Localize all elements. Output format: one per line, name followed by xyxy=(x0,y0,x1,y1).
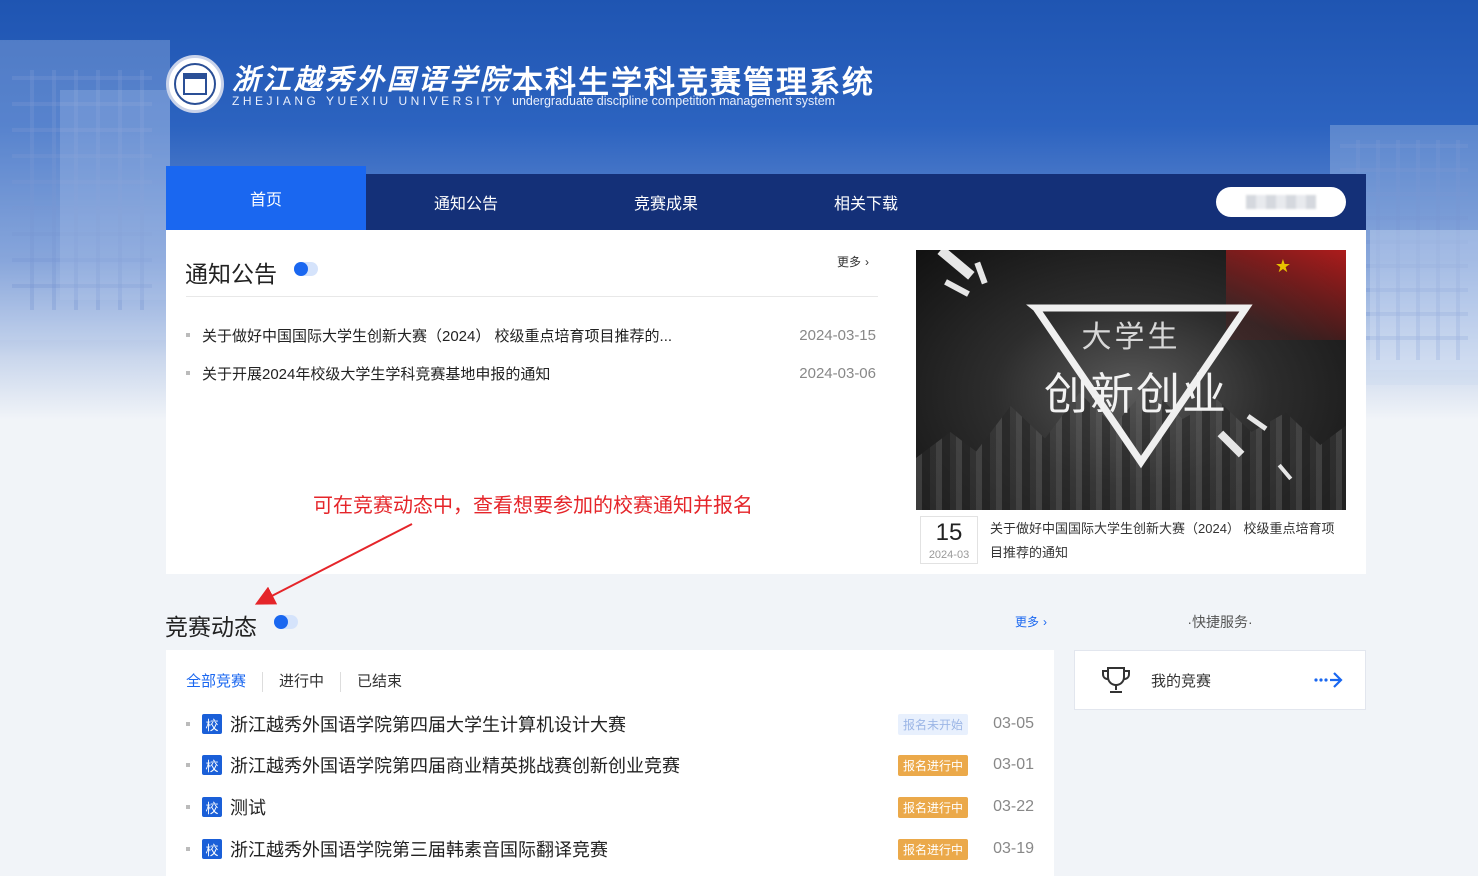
competition-filters: 全部竞赛 进行中 已结束 xyxy=(186,672,418,692)
nav-notices[interactable]: 通知公告 xyxy=(366,174,566,230)
competition-date: 03-05 xyxy=(993,715,1034,732)
bullet-dot xyxy=(186,333,190,337)
notices-divider xyxy=(186,296,878,297)
competition-item[interactable]: 校 浙江越秀外国语学院第三届韩素音国际翻译竞赛 报名进行中 03-19 xyxy=(186,836,1034,862)
notice-item[interactable]: 关于做好中国国际大学生创新大赛（2024） 校级重点培育项目推荐的... 202… xyxy=(186,323,876,347)
school-name-cn: 浙江越秀外国语学院 xyxy=(232,63,512,96)
school-seal-logo xyxy=(166,55,224,113)
filter-ended[interactable]: 已结束 xyxy=(340,672,418,692)
bullet-dot xyxy=(186,847,190,851)
filter-ongoing[interactable]: 进行中 xyxy=(262,672,340,692)
school-name-en: ZHEJIANG YUEXIU UNIVERSITY xyxy=(232,94,506,108)
my-competitions-card[interactable]: 我的竞赛 xyxy=(1074,650,1366,710)
main-nav: 首页 通知公告 竞赛成果 相关下载 xyxy=(166,166,1366,230)
quick-service-title: ·快捷服务· xyxy=(1187,614,1253,630)
nav-downloads[interactable]: 相关下载 xyxy=(766,174,966,230)
competitions-title: 竞赛动态 xyxy=(165,614,257,640)
nav-achievements[interactable]: 竞赛成果 xyxy=(566,174,766,230)
campus-building-left-2 xyxy=(60,90,170,300)
bullet-dot xyxy=(186,722,190,726)
banner-day: 15 xyxy=(935,519,963,546)
chevron-right-icon: › xyxy=(865,255,870,269)
banner-line1: 大学生 xyxy=(1081,320,1181,355)
competition-item[interactable]: 校 浙江越秀外国语学院第四届商业精英挑战赛创新创业竞赛 报名进行中 03-01 xyxy=(186,752,1034,778)
status-badge: 报名进行中 xyxy=(897,796,968,818)
trophy-icon xyxy=(1102,667,1130,693)
campus-building-right-2 xyxy=(1370,230,1478,370)
competition-title[interactable]: 浙江越秀外国语学院第四届商业精英挑战赛创新创业竞赛 xyxy=(230,752,898,778)
bullet-dot xyxy=(186,805,190,809)
system-title-en: undergraduate discipline competition man… xyxy=(512,94,836,108)
competition-title[interactable]: 浙江越秀外国语学院第三届韩素音国际翻译竞赛 xyxy=(230,836,898,862)
user-account-pill[interactable] xyxy=(1216,187,1346,217)
notice-item[interactable]: 关于开展2024年校级大学生学科竞赛基地申报的通知 2024-03-06 xyxy=(186,361,876,385)
competition-date: 03-19 xyxy=(993,840,1034,857)
school-level-badge: 校 xyxy=(202,714,222,734)
notice-item-title[interactable]: 关于做好中国国际大学生创新大赛（2024） 校级重点培育项目推荐的... xyxy=(202,325,779,346)
blurred-username xyxy=(1246,195,1316,209)
notices-more-link[interactable]: 更多 › xyxy=(837,253,869,270)
arrow-right-icon xyxy=(1314,672,1343,688)
notices-title-dot xyxy=(294,262,318,276)
competition-item[interactable]: 校 测试 报名进行中 03-22 xyxy=(186,794,1034,820)
notice-item-title[interactable]: 关于开展2024年校级大学生学科竞赛基地申报的通知 xyxy=(202,363,779,384)
status-badge: 报名未开始 xyxy=(897,713,968,735)
nav-home[interactable]: 首页 xyxy=(166,166,366,230)
featured-banner-image[interactable]: 大学生 创新创业 xyxy=(916,250,1346,510)
competition-title[interactable]: 浙江越秀外国语学院第四届大学生计算机设计大赛 xyxy=(230,711,898,737)
my-competitions-label: 我的竞赛 xyxy=(1151,672,1212,690)
competition-item[interactable]: 校 浙江越秀外国语学院第四届大学生计算机设计大赛 报名未开始 03-05 xyxy=(186,711,1034,737)
competition-date: 03-01 xyxy=(993,756,1034,773)
notice-item-date: 2024-03-15 xyxy=(799,326,876,344)
notice-item-date: 2024-03-06 xyxy=(799,364,876,382)
bullet-dot xyxy=(186,763,190,767)
status-badge: 报名进行中 xyxy=(897,754,968,776)
banner-year-month: 2024-03 xyxy=(928,549,970,561)
filter-all[interactable]: 全部竞赛 xyxy=(186,672,262,692)
annotation-text: 可在竞赛动态中，查看想要参加的校赛通知并报名 xyxy=(313,495,753,517)
banner-caption[interactable]: 关于做好中国国际大学生创新大赛（2024） 校级重点培育项目推荐的通知 xyxy=(990,517,1344,565)
banner-line2: 创新创业 xyxy=(1044,369,1228,420)
chevron-right-icon: › xyxy=(1043,615,1048,629)
competition-title[interactable]: 测试 xyxy=(230,794,898,820)
bullet-dot xyxy=(186,371,190,375)
competition-date: 03-22 xyxy=(993,798,1034,815)
school-level-badge: 校 xyxy=(202,839,222,859)
notices-title: 通知公告 xyxy=(185,261,277,287)
banner-date-box: 15 2024-03 xyxy=(920,516,978,564)
competitions-more-link[interactable]: 更多 › xyxy=(1015,613,1047,630)
school-level-badge: 校 xyxy=(202,755,222,775)
school-level-badge: 校 xyxy=(202,797,222,817)
status-badge: 报名进行中 xyxy=(897,838,968,860)
competitions-title-dot xyxy=(274,615,298,629)
